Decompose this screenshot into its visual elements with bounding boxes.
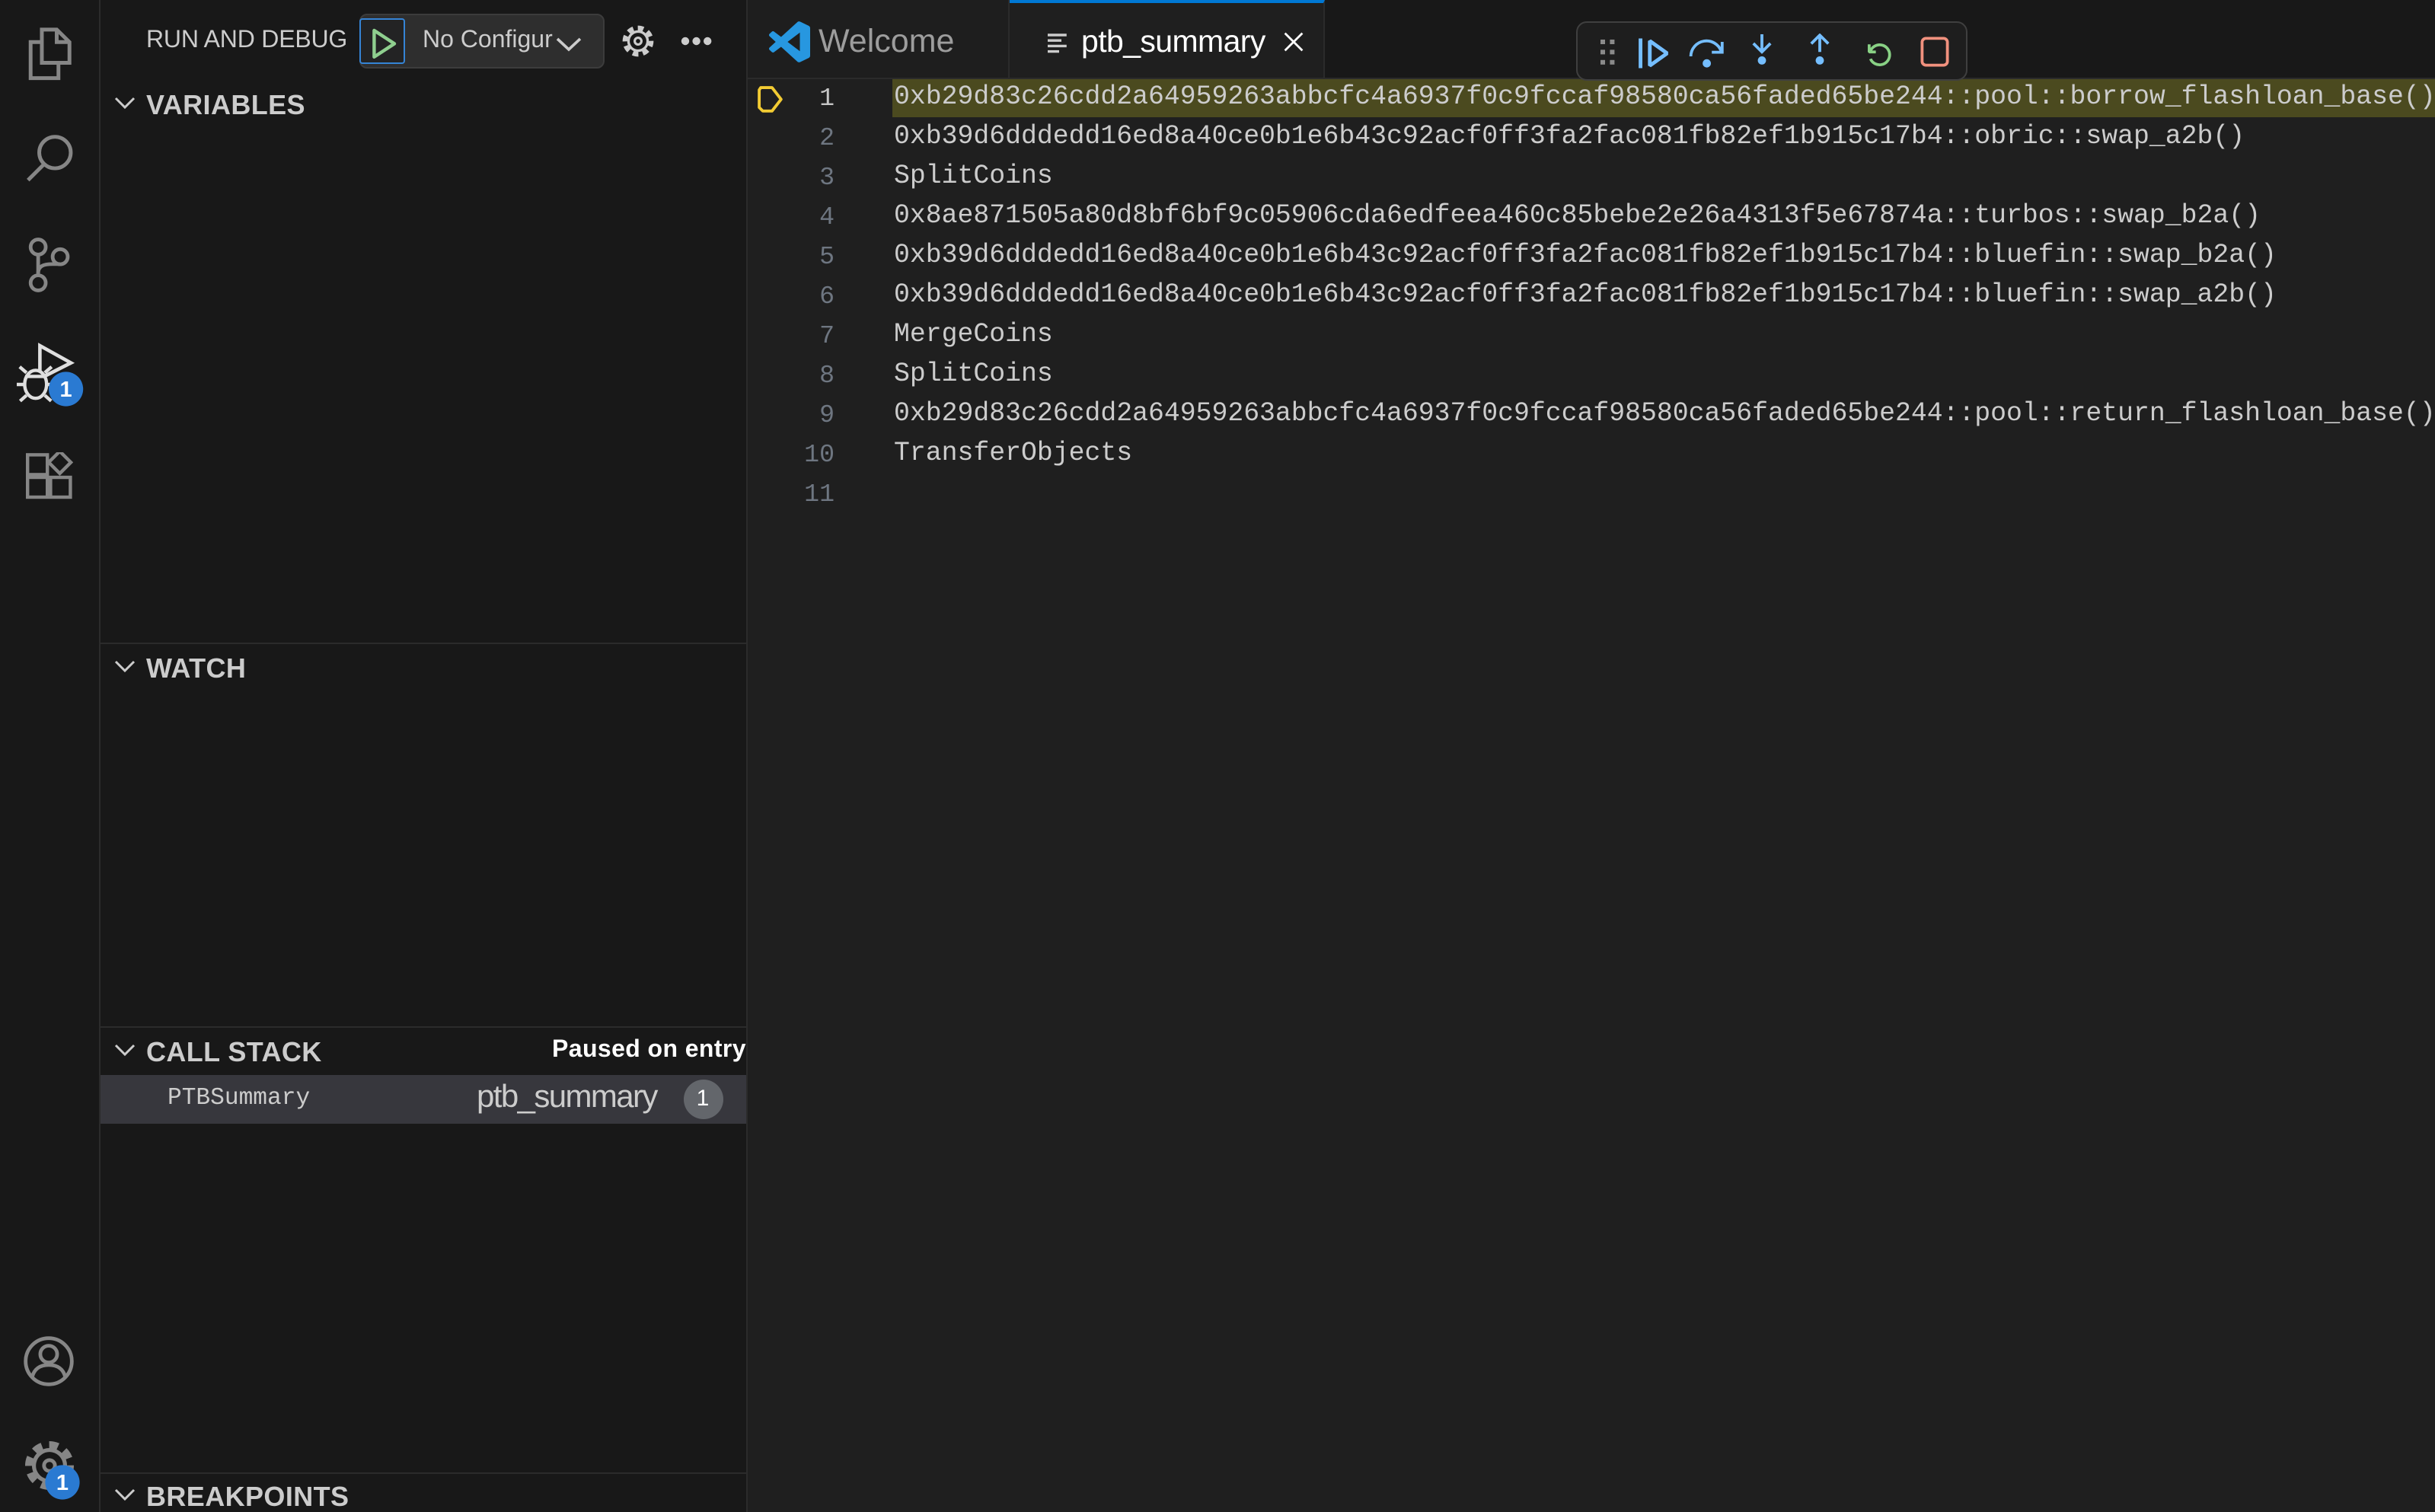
svg-text:1: 1 (56, 1471, 69, 1495)
svg-text:1: 1 (60, 378, 72, 402)
